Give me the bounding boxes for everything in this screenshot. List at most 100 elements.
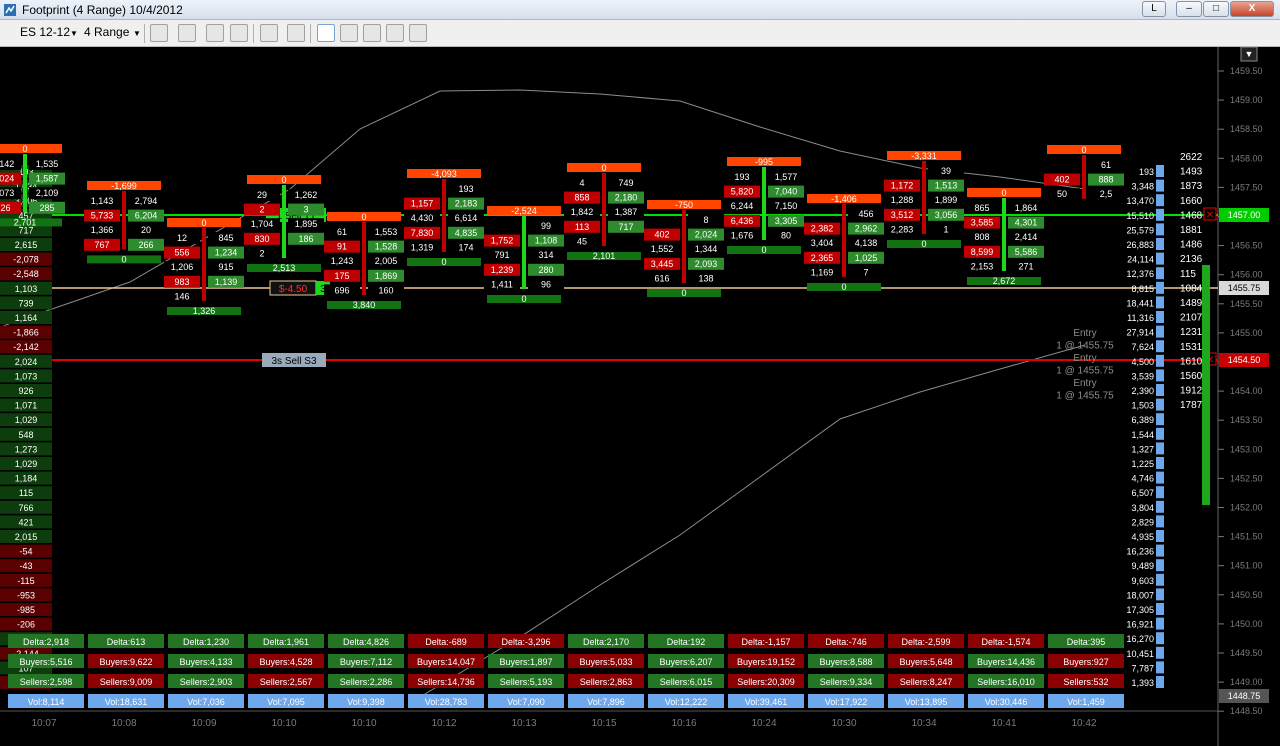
volume-bar [1156,165,1164,177]
left-delta-value: -54 [19,547,32,557]
window-title: Footprint (4 Range) 10/4/2012 [22,3,183,17]
maximize-button[interactable]: □ [1203,1,1229,17]
time-label: 10:41 [991,718,1016,729]
price-label: 1453.50 [1230,415,1263,425]
bid-value: 6,436 [731,216,754,226]
buyers-value: Buyers:4,528 [259,657,312,667]
volume-bar [1156,238,1164,250]
delta-value: Delta:-1,574 [981,637,1030,647]
draw-line-icon[interactable] [206,24,224,42]
close-button[interactable]: X [1230,1,1274,17]
volume-bar [1156,544,1164,557]
data-box-icon[interactable] [317,24,335,42]
properties-icon[interactable] [409,24,427,42]
ask-value: 4,301 [1015,218,1038,228]
left-delta-value: -985 [17,605,35,615]
bar-delta-value: -1,699 [111,181,137,191]
candle-body [1082,155,1086,199]
bid-value: 7,830 [411,228,434,238]
crosshair-icon[interactable] [260,24,278,42]
volume-profile-label: 2622 [1180,152,1203,163]
ask-value: 3,305 [775,216,798,226]
volume-profile-label: 1881 [1180,225,1203,236]
volume-profile-label: 1610 [1180,356,1203,367]
indicators-icon[interactable] [340,24,358,42]
candle-body [202,228,206,301]
vol-value: Vol:7,896 [587,697,625,707]
strategies-icon[interactable] [363,24,381,42]
volume-bar [1156,340,1164,353]
right-volume-value: 7,787 [1131,663,1154,673]
ask-value: 8 [703,215,708,225]
instrument-selector[interactable]: ES 12-12 [20,25,70,39]
price-label: 1449.00 [1230,677,1263,687]
buyers-value: Buyers:5,516 [19,657,72,667]
right-volume-value: 1,503 [1131,401,1154,411]
bar-poc-value: 2,701 [14,217,37,227]
footprint-chart[interactable]: 1459.50 1459.00 1458.50 1458.00 1457.50 1457.… [0,47,1280,746]
volume-profile-label: 1468 [1180,210,1203,221]
chart-toolbar: ES 12-12 ▼ 4 Range ▼ [0,20,1280,47]
price-label: 1448.50 [1230,706,1263,716]
bid-value: 696 [334,285,349,295]
ask-value: 749 [618,178,633,188]
chevron-down-icon[interactable]: ▼ [70,29,78,38]
candle-body [762,167,766,240]
volume-bar [1156,603,1164,615]
bid-value: 6,244 [731,201,754,211]
volume-profile-bar [1202,265,1210,505]
drawing-tool-icon[interactable] [178,24,196,42]
left-delta-value: 1,184 [15,474,38,484]
sellers-value: Sellers:5,193 [500,677,553,687]
left-delta-value: 926 [18,386,33,396]
left-delta-value: -206 [17,620,35,630]
ask-value: 193 [458,184,473,194]
volume-profile-label: 1787 [1180,400,1203,411]
ask-value: 1,895 [295,219,318,229]
ask-value: 271 [1018,261,1033,271]
bid-value: 616 [654,273,669,283]
volume-bar [1156,515,1164,528]
ask-value: 456 [858,209,873,219]
chart-trader-icon[interactable] [386,24,404,42]
bid-value: 1,143 [91,196,114,206]
left-delta-value: 1,164 [15,313,38,323]
link-button[interactable]: L [1142,1,1166,17]
time-label: 10:08 [111,718,136,729]
right-volume-value: 193 [1139,167,1154,177]
volume-profile-label: 1660 [1180,196,1203,207]
bar-style-icon[interactable] [150,24,168,42]
sellers-value: Sellers:2,598 [20,677,73,687]
ask-value: 138 [698,273,713,283]
right-volume-value: 10,451 [1126,649,1154,659]
candle-body [842,204,846,277]
sellers-value: Sellers:2,863 [580,677,633,687]
erase-icon[interactable] [230,24,248,42]
delta-value: Delta:1,961 [263,637,309,647]
right-volume-value: 16,921 [1126,620,1154,630]
bid-value: 2 [259,205,264,215]
bid-value: 808 [974,232,989,242]
left-delta-value: -2,548 [13,269,39,279]
chevron-down-icon[interactable]: ▼ [133,29,141,38]
delta-value: Delta:-3,296 [501,637,550,647]
entry-marker: Entry [1073,328,1096,339]
sellers-value: Sellers:6,015 [660,677,713,687]
zoom-icon[interactable] [287,24,305,42]
vol-value: Vol:30,446 [985,697,1028,707]
right-volume-value: 4,746 [1131,474,1154,484]
bar-delta-value: -1,406 [831,194,857,204]
left-delta-value: 421 [18,517,33,527]
period-selector[interactable]: 4 Range [84,25,129,39]
right-volume-value: 4,500 [1131,357,1154,367]
ask-value: 2,794 [135,196,158,206]
price-label: 1454.00 [1230,386,1263,396]
volume-bar [1156,267,1164,280]
right-volume-value: 9,489 [1131,561,1154,571]
candle-body [23,154,27,213]
volume-bar [1156,471,1164,484]
bid-value: 1,842 [571,207,594,217]
buyers-value: Buyers:5,033 [579,657,632,667]
minimize-button[interactable]: – [1176,1,1202,17]
ask-value: 2,024 [695,230,718,240]
